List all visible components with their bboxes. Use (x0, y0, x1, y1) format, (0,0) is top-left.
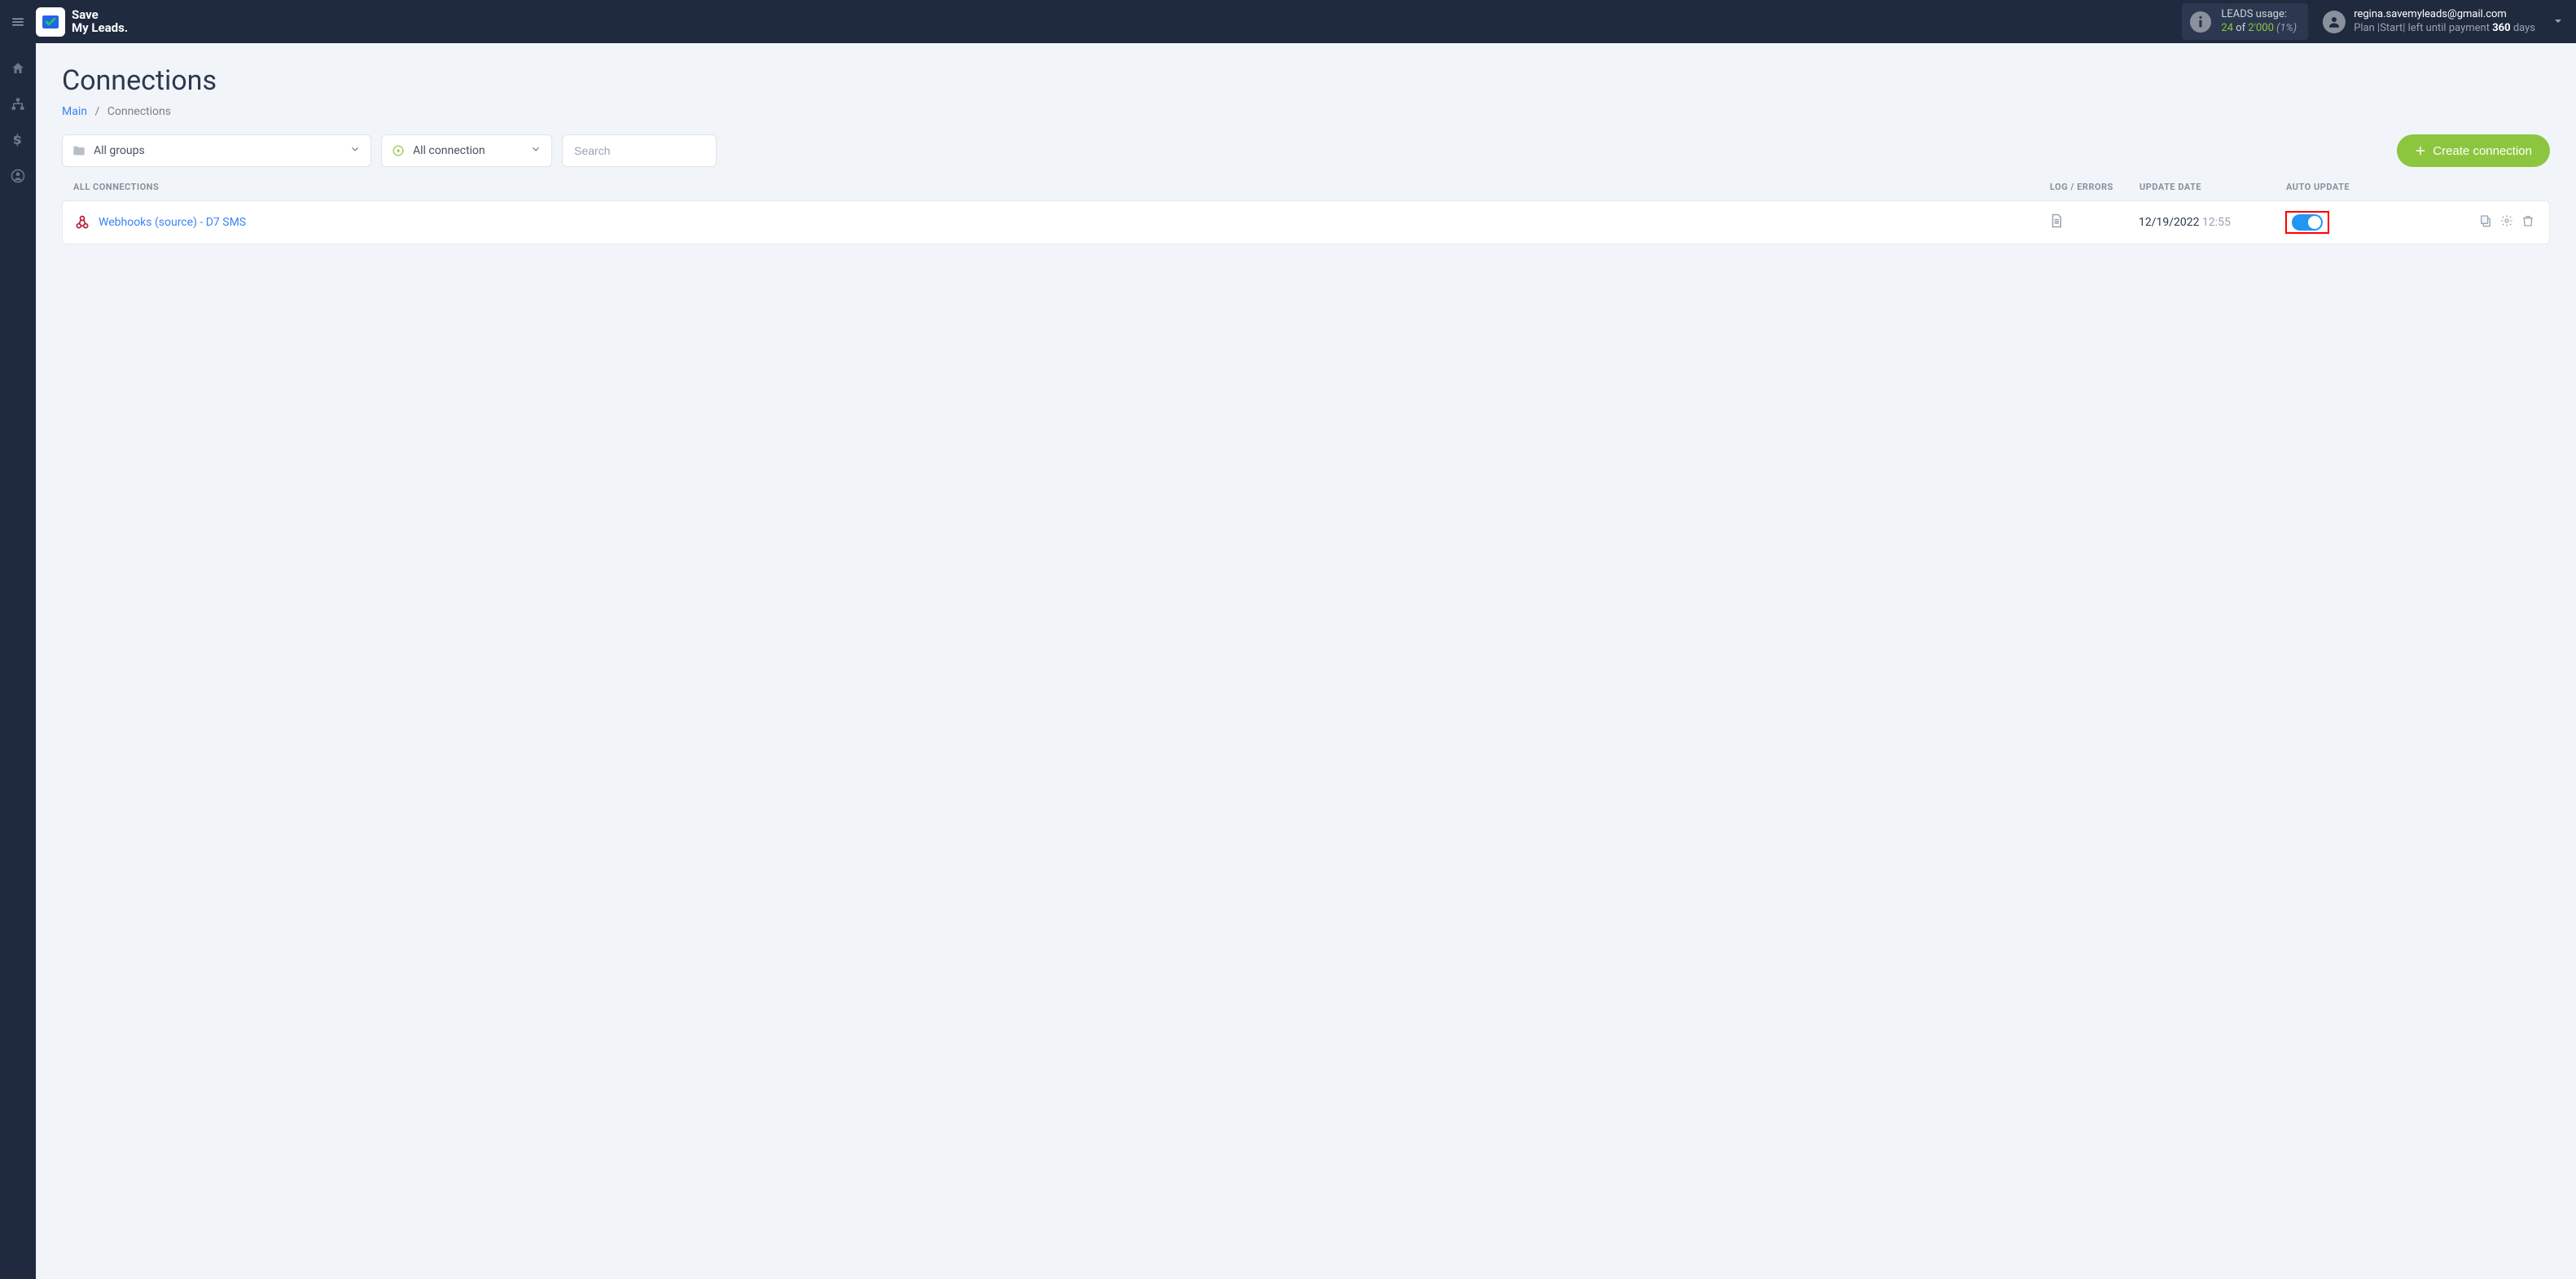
connection-status-dropdown[interactable]: All connection (381, 134, 552, 167)
connection-name-link[interactable]: Webhooks (source) - D7 SMS (99, 216, 246, 229)
main-content: Connections Main / Connections All group… (36, 43, 2576, 1279)
breadcrumb-main-link[interactable]: Main (62, 105, 87, 118)
usage-panel[interactable]: LEADS usage: 24 of 2'000 (1%) (2182, 3, 2308, 40)
plus-icon (2415, 145, 2426, 156)
account-days-num: 360 (2492, 22, 2510, 34)
col-header-name: ALL CONNECTIONS (73, 182, 2050, 192)
gear-icon (2500, 213, 2513, 228)
hamburger-icon (11, 15, 25, 29)
account-email: regina.savemyleads@gmail.com (2354, 8, 2535, 21)
create-connection-label: Create connection (2433, 144, 2532, 158)
sitemap-icon (11, 97, 25, 112)
usage-total: 2'000 (2248, 22, 2274, 34)
left-sidebar (0, 43, 36, 1279)
row-date-cell: 12/19/2022 12:55 (2139, 216, 2285, 229)
delete-button[interactable] (2521, 213, 2534, 231)
info-icon (2190, 11, 2211, 33)
chevron-down-icon (349, 143, 361, 158)
connection-status-label: All connection (413, 144, 485, 157)
sidebar-item-profile[interactable] (9, 167, 27, 185)
log-button[interactable] (2049, 213, 2064, 232)
auto-update-highlight (2285, 211, 2329, 234)
create-connection-button[interactable]: Create connection (2397, 134, 2550, 167)
logo[interactable]: Save My Leads. (36, 7, 128, 37)
usage-percent: (1%) (2276, 22, 2297, 34)
groups-dropdown[interactable]: All groups (62, 134, 371, 167)
row-actions-cell (2448, 213, 2538, 231)
groups-dropdown-label: All groups (94, 144, 145, 157)
usage-of-word: of (2236, 22, 2245, 34)
logo-line2: My Leads. (72, 22, 128, 35)
user-circle-icon (11, 169, 25, 183)
connections-table: Webhooks (source) - D7 SMS 12/19/2022 12… (62, 200, 2550, 244)
account-days-word: days (2513, 22, 2535, 34)
usage-used: 24 (2221, 22, 2233, 34)
menu-toggle-button[interactable] (0, 0, 36, 43)
sidebar-item-connections[interactable] (9, 95, 27, 113)
logo-text: Save My Leads. (72, 9, 128, 35)
filter-row: All groups All connection Create connect… (62, 134, 2550, 167)
account-plan-prefix: Plan |Start| left until payment (2354, 22, 2490, 34)
col-header-log: LOG / ERRORS (2050, 182, 2139, 192)
sidebar-item-billing[interactable] (9, 131, 27, 149)
sidebar-item-home[interactable] (9, 59, 27, 77)
page-title: Connections (62, 64, 2550, 97)
dollar-icon (11, 133, 25, 147)
home-icon (11, 61, 25, 76)
row-date: 12/19/2022 (2139, 216, 2200, 229)
usage-label: LEADS usage: (2221, 8, 2297, 21)
row-auto-cell (2285, 211, 2448, 234)
chevron-down-icon (530, 143, 542, 158)
breadcrumb: Main / Connections (62, 105, 2550, 118)
table-header: ALL CONNECTIONS LOG / ERRORS UPDATE DATE… (62, 182, 2550, 200)
usage-text: LEADS usage: 24 of 2'000 (1%) (2221, 8, 2297, 35)
auto-update-toggle[interactable] (2292, 214, 2323, 231)
copy-icon (2479, 213, 2492, 228)
account-menu[interactable]: regina.savemyleads@gmail.com Plan |Start… (2323, 8, 2568, 35)
chevron-down-icon (2552, 15, 2565, 28)
account-expand-button[interactable] (2552, 15, 2565, 31)
toggle-knob (2308, 216, 2321, 229)
copy-button[interactable] (2479, 213, 2492, 231)
breadcrumb-current: Connections (108, 105, 171, 118)
settings-button[interactable] (2500, 213, 2513, 231)
avatar (2323, 11, 2346, 33)
webhook-icon (74, 214, 90, 231)
trash-icon (2521, 213, 2534, 228)
row-time: 12:55 (2202, 216, 2231, 229)
col-header-auto: AUTO UPDATE (2286, 182, 2449, 192)
row-name-cell: Webhooks (source) - D7 SMS (74, 214, 2049, 231)
play-circle-icon (392, 145, 405, 156)
document-icon (2049, 213, 2064, 229)
user-icon (2327, 15, 2341, 29)
account-text: regina.savemyleads@gmail.com Plan |Start… (2354, 8, 2535, 35)
search-input[interactable] (562, 134, 717, 167)
checkmark-icon (41, 12, 60, 32)
breadcrumb-separator: / (94, 105, 99, 118)
row-log-cell (2049, 213, 2139, 232)
top-header: Save My Leads. LEADS usage: 24 of 2'000 … (0, 0, 2576, 43)
logo-mark (36, 7, 65, 37)
col-header-date: UPDATE DATE (2139, 182, 2286, 192)
folder-icon (72, 145, 86, 156)
table-row: Webhooks (source) - D7 SMS 12/19/2022 12… (63, 201, 2549, 244)
